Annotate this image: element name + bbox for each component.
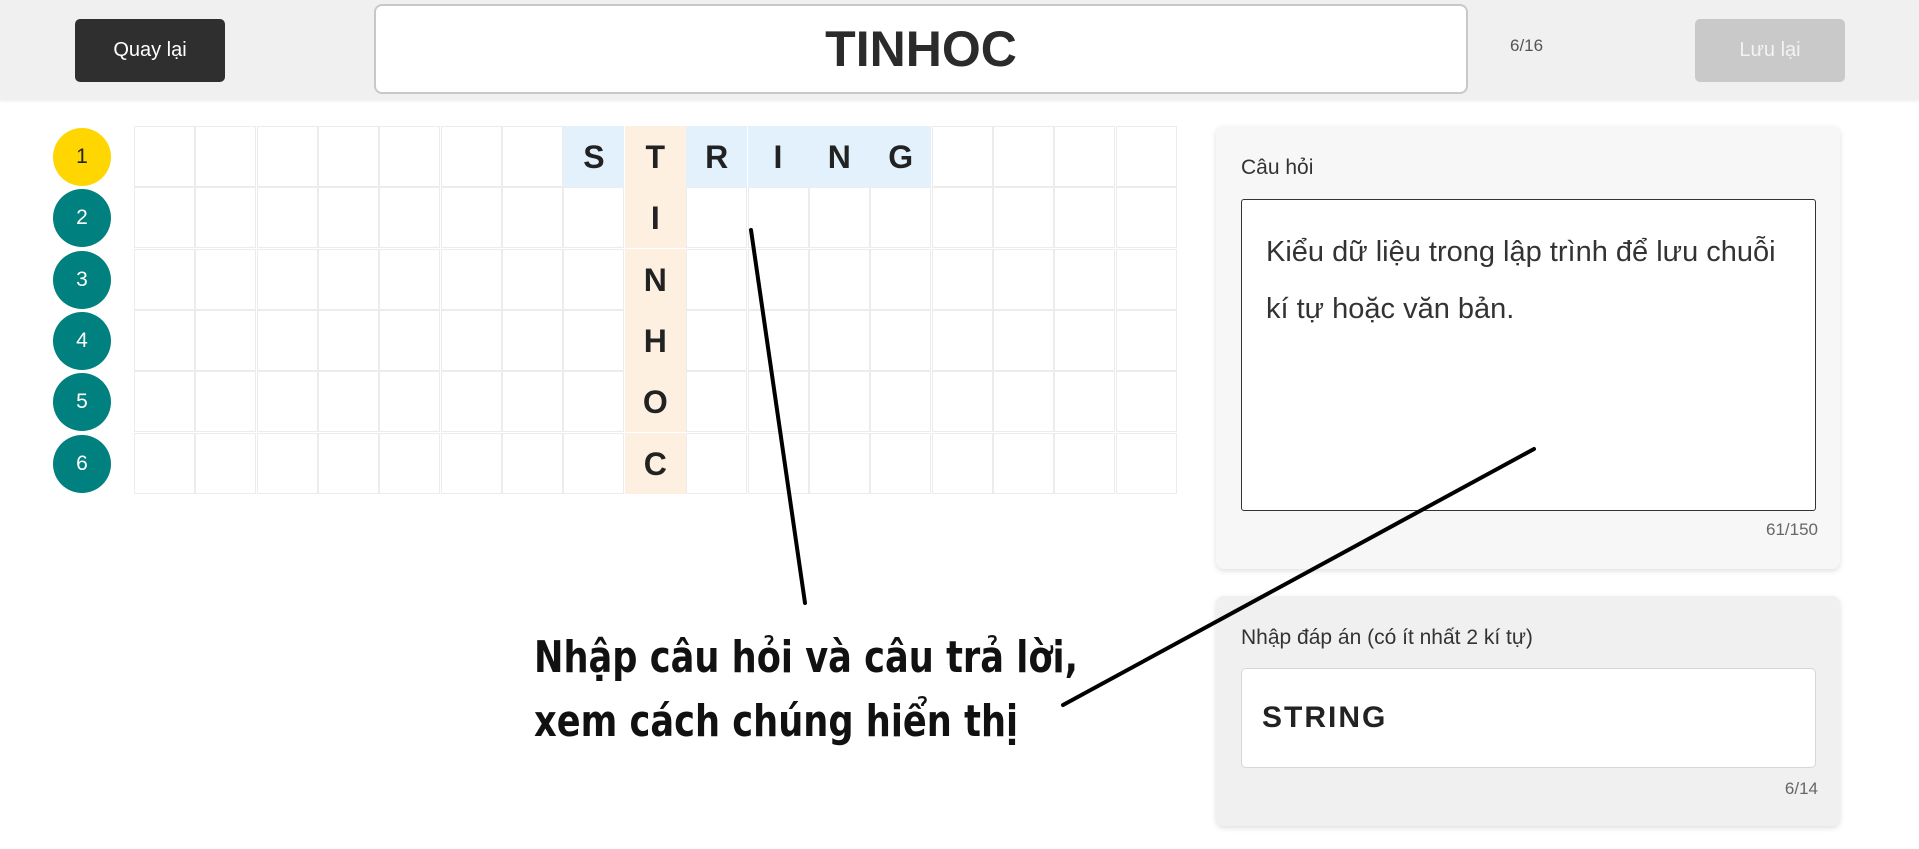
annotation-line-2: xem cách chúng hiển thị bbox=[534, 696, 1019, 747]
annotation-line-grid bbox=[749, 228, 807, 605]
annotation-text: Nhập câu hỏi và câu trả lời, xem cách ch… bbox=[534, 626, 1078, 754]
annotation-line-1: Nhập câu hỏi và câu trả lời, bbox=[534, 632, 1078, 683]
annotation-line-panel bbox=[1061, 447, 1536, 707]
